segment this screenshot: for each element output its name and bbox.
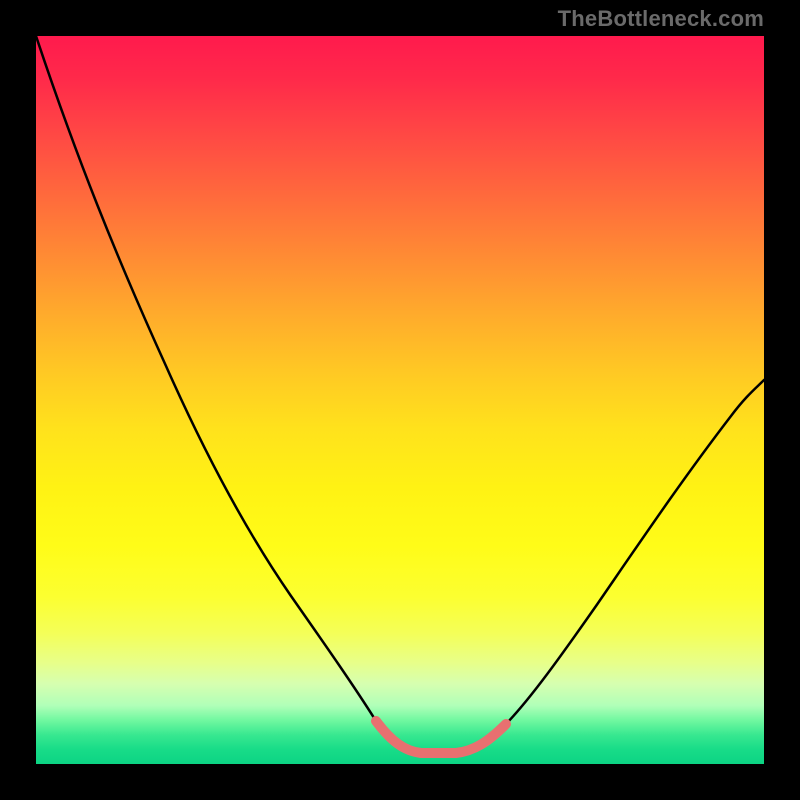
bottleneck-curve-svg: [36, 36, 764, 764]
watermark-text: TheBottleneck.com: [558, 6, 764, 32]
chart-frame: TheBottleneck.com: [0, 0, 800, 800]
bottleneck-curve-line: [36, 36, 764, 753]
plot-area: [36, 36, 764, 764]
bottleneck-curve-min-highlight: [376, 721, 506, 753]
